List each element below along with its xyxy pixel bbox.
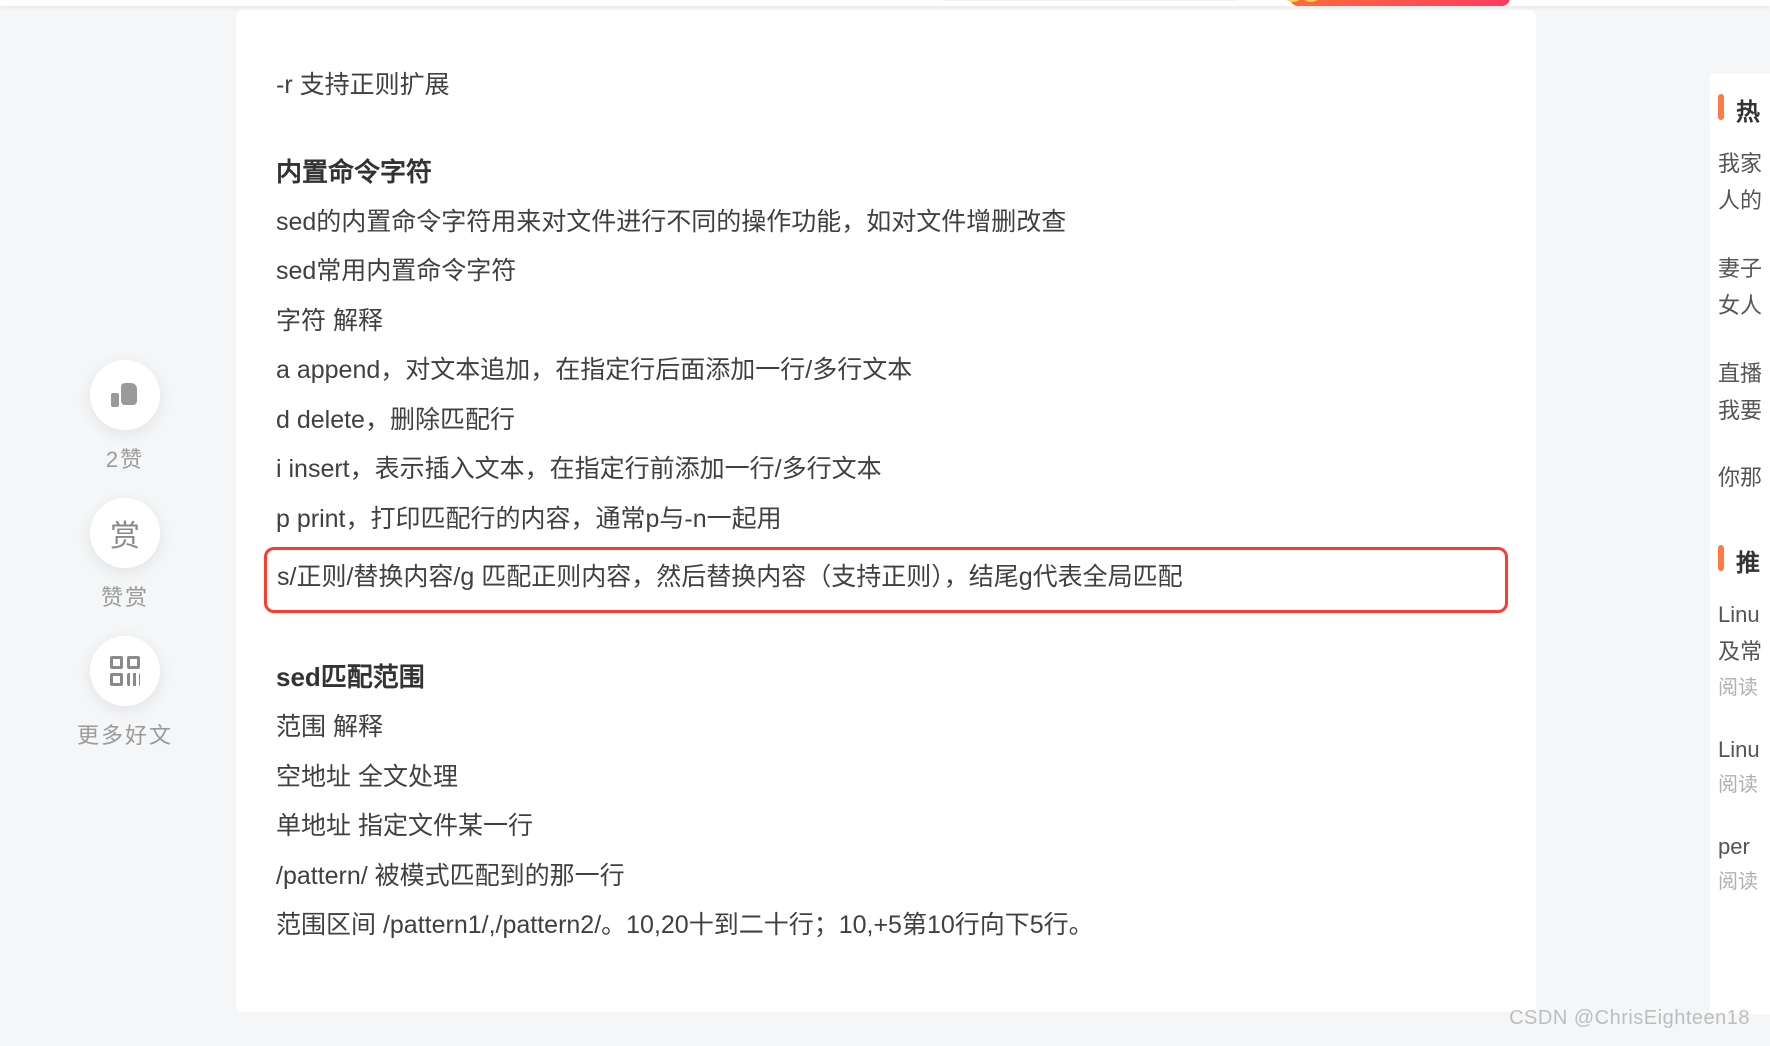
qr-icon	[110, 656, 140, 686]
article-line-highlight: s/正则/替换内容/g 匹配正则内容，然后替换内容（支持正则），结尾g代表全局匹…	[277, 554, 1495, 602]
sidebar-rec-item[interactable]: Linu 阅读	[1718, 731, 1770, 802]
search-input[interactable]	[940, 0, 1240, 1]
article-line: sed常用内置命令字符	[276, 248, 1496, 296]
article-line: 范围 解释	[276, 704, 1496, 752]
article-line: a append，对文本追加，在指定行后面添加一行/多行文本	[276, 347, 1496, 395]
sidebar-hot-item[interactable]: 妻子 女人	[1718, 250, 1770, 325]
highlighted-line: s/正则/替换内容/g 匹配正则内容，然后替换内容（支持正则），结尾g代表全局匹…	[264, 547, 1508, 613]
sidebar-hot-item[interactable]: 直播 我要	[1718, 355, 1770, 430]
article-line: 字符 解释	[276, 298, 1496, 346]
sidebar-rec-item[interactable]: Linu 及常 阅读	[1718, 596, 1770, 705]
article-line: 空地址 全文处理	[276, 754, 1496, 802]
article-body: -r 支持正则扩展 内置命令字符 sed的内置命令字符用来对文件进行不同的操作功…	[236, 10, 1536, 1012]
right-sidebar: 热 我家 人的 妻子 女人 直播 我要 你那 推 Linu 及常 阅读 Linu	[1710, 74, 1770, 1014]
like-button[interactable]: 2赞	[90, 360, 160, 474]
article-line: 范围区间 /pattern1/,/pattern2/。10,20十到二十行；10…	[276, 902, 1496, 950]
section-title-range: sed匹配范围	[276, 653, 1496, 702]
article-line: 单地址 指定文件某一行	[276, 803, 1496, 851]
sidebar-hot-item[interactable]: 我家 人的	[1718, 145, 1770, 220]
section-title-builtin: 内置命令字符	[276, 148, 1496, 197]
top-bar	[0, 0, 1770, 6]
reward-button[interactable]: 赏 赞赏	[90, 498, 160, 612]
article-line: /pattern/ 被模式匹配到的那一行	[276, 853, 1496, 901]
watermark: CSDN @ChrisEighteen18	[1509, 1007, 1750, 1030]
sidebar-rec-item[interactable]: per 阅读	[1718, 828, 1770, 899]
thumb-icon	[111, 381, 139, 409]
like-count-label: 2赞	[106, 442, 144, 474]
article-line: d delete，删除匹配行	[276, 397, 1496, 445]
reward-icon: 赏	[90, 498, 160, 568]
sidebar-hot-item[interactable]: 你那	[1718, 459, 1770, 496]
promo-badge[interactable]	[1290, 0, 1510, 6]
article-line: i insert，表示插入文本，在指定行前添加一行/多行文本	[276, 446, 1496, 494]
reward-label: 赞赏	[101, 580, 149, 612]
article-line: p print，打印匹配行的内容，通常p与-n一起用	[276, 496, 1496, 544]
article-line: -r 支持正则扩展	[276, 62, 1496, 110]
sidebar-heading-recommend: 推	[1710, 543, 1770, 578]
left-rail: 2赞 赏 赞赏 更多好文	[70, 360, 180, 750]
more-articles-button[interactable]: 更多好文	[77, 636, 173, 750]
more-articles-label: 更多好文	[77, 718, 173, 750]
article-line: sed的内置命令字符用来对文件进行不同的操作功能，如对文件增删改查	[276, 199, 1496, 247]
sidebar-heading-hot: 热	[1710, 92, 1770, 127]
